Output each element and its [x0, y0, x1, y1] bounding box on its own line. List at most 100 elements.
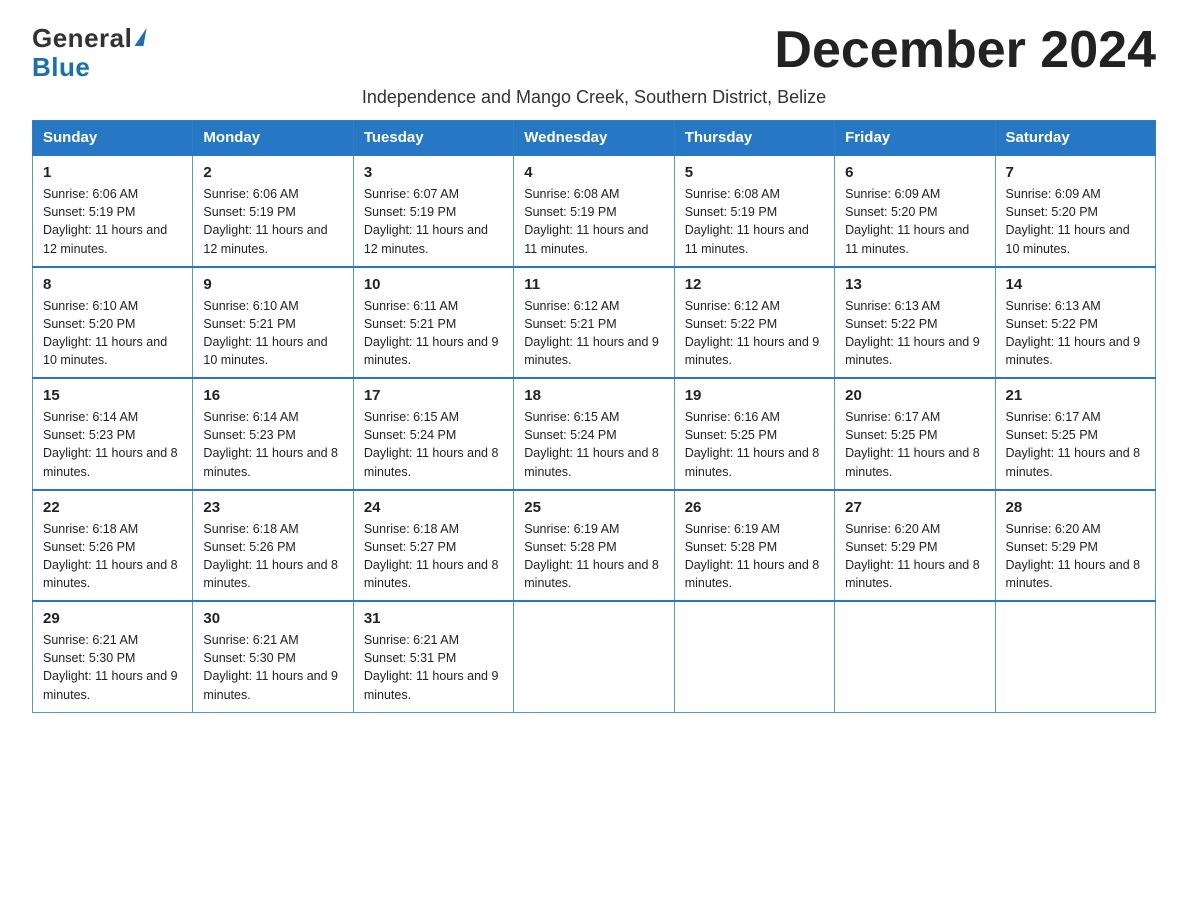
- month-title: December 2024: [774, 24, 1156, 76]
- calendar-cell: 11 Sunrise: 6:12 AMSunset: 5:21 PMDaylig…: [514, 267, 674, 379]
- day-number: 2: [203, 164, 342, 181]
- day-number: 5: [685, 164, 824, 181]
- logo-blue-text: Blue: [32, 53, 90, 82]
- calendar-cell: 7 Sunrise: 6:09 AMSunset: 5:20 PMDayligh…: [995, 155, 1155, 267]
- calendar-cell: 10 Sunrise: 6:11 AMSunset: 5:21 PMDaylig…: [353, 267, 513, 379]
- day-info: Sunrise: 6:06 AMSunset: 5:19 PMDaylight:…: [43, 187, 167, 255]
- day-info: Sunrise: 6:20 AMSunset: 5:29 PMDaylight:…: [845, 522, 980, 590]
- day-number: 22: [43, 499, 182, 516]
- calendar-cell: 8 Sunrise: 6:10 AMSunset: 5:20 PMDayligh…: [33, 267, 193, 379]
- calendar-cell: 5 Sunrise: 6:08 AMSunset: 5:19 PMDayligh…: [674, 155, 834, 267]
- day-info: Sunrise: 6:21 AMSunset: 5:30 PMDaylight:…: [203, 633, 338, 701]
- day-number: 7: [1006, 164, 1145, 181]
- calendar-cell: 28 Sunrise: 6:20 AMSunset: 5:29 PMDaylig…: [995, 490, 1155, 602]
- calendar-cell: 27 Sunrise: 6:20 AMSunset: 5:29 PMDaylig…: [835, 490, 995, 602]
- week-row-3: 15 Sunrise: 6:14 AMSunset: 5:23 PMDaylig…: [33, 378, 1156, 490]
- day-number: 10: [364, 276, 503, 293]
- calendar-cell: 24 Sunrise: 6:18 AMSunset: 5:27 PMDaylig…: [353, 490, 513, 602]
- day-info: Sunrise: 6:16 AMSunset: 5:25 PMDaylight:…: [685, 410, 820, 478]
- day-info: Sunrise: 6:08 AMSunset: 5:19 PMDaylight:…: [524, 187, 648, 255]
- day-number: 11: [524, 276, 663, 293]
- day-number: 13: [845, 276, 984, 293]
- day-number: 27: [845, 499, 984, 516]
- calendar-cell: 15 Sunrise: 6:14 AMSunset: 5:23 PMDaylig…: [33, 378, 193, 490]
- day-number: 23: [203, 499, 342, 516]
- day-info: Sunrise: 6:10 AMSunset: 5:20 PMDaylight:…: [43, 299, 167, 367]
- day-number: 29: [43, 610, 182, 627]
- day-number: 24: [364, 499, 503, 516]
- logo: General Blue: [32, 24, 145, 81]
- day-number: 1: [43, 164, 182, 181]
- day-info: Sunrise: 6:08 AMSunset: 5:19 PMDaylight:…: [685, 187, 809, 255]
- day-info: Sunrise: 6:15 AMSunset: 5:24 PMDaylight:…: [364, 410, 499, 478]
- day-number: 4: [524, 164, 663, 181]
- day-info: Sunrise: 6:11 AMSunset: 5:21 PMDaylight:…: [364, 299, 499, 367]
- calendar-cell: 30 Sunrise: 6:21 AMSunset: 5:30 PMDaylig…: [193, 601, 353, 712]
- day-info: Sunrise: 6:17 AMSunset: 5:25 PMDaylight:…: [1006, 410, 1141, 478]
- day-number: 25: [524, 499, 663, 516]
- calendar-header-sunday: Sunday: [33, 121, 193, 156]
- day-number: 30: [203, 610, 342, 627]
- day-number: 20: [845, 387, 984, 404]
- calendar-cell: [995, 601, 1155, 712]
- calendar-cell: 18 Sunrise: 6:15 AMSunset: 5:24 PMDaylig…: [514, 378, 674, 490]
- day-info: Sunrise: 6:09 AMSunset: 5:20 PMDaylight:…: [845, 187, 969, 255]
- calendar-header-saturday: Saturday: [995, 121, 1155, 156]
- page-subtitle: Independence and Mango Creek, Southern D…: [32, 87, 1156, 108]
- calendar-cell: [674, 601, 834, 712]
- day-number: 8: [43, 276, 182, 293]
- calendar-header-monday: Monday: [193, 121, 353, 156]
- day-number: 14: [1006, 276, 1145, 293]
- calendar-cell: 17 Sunrise: 6:15 AMSunset: 5:24 PMDaylig…: [353, 378, 513, 490]
- day-info: Sunrise: 6:18 AMSunset: 5:26 PMDaylight:…: [43, 522, 178, 590]
- day-info: Sunrise: 6:14 AMSunset: 5:23 PMDaylight:…: [43, 410, 178, 478]
- day-info: Sunrise: 6:21 AMSunset: 5:31 PMDaylight:…: [364, 633, 499, 701]
- day-info: Sunrise: 6:10 AMSunset: 5:21 PMDaylight:…: [203, 299, 327, 367]
- day-number: 12: [685, 276, 824, 293]
- calendar-cell: 4 Sunrise: 6:08 AMSunset: 5:19 PMDayligh…: [514, 155, 674, 267]
- week-row-2: 8 Sunrise: 6:10 AMSunset: 5:20 PMDayligh…: [33, 267, 1156, 379]
- day-info: Sunrise: 6:18 AMSunset: 5:27 PMDaylight:…: [364, 522, 499, 590]
- calendar-cell: 16 Sunrise: 6:14 AMSunset: 5:23 PMDaylig…: [193, 378, 353, 490]
- calendar-cell: 6 Sunrise: 6:09 AMSunset: 5:20 PMDayligh…: [835, 155, 995, 267]
- calendar-cell: 25 Sunrise: 6:19 AMSunset: 5:28 PMDaylig…: [514, 490, 674, 602]
- day-info: Sunrise: 6:14 AMSunset: 5:23 PMDaylight:…: [203, 410, 338, 478]
- day-info: Sunrise: 6:12 AMSunset: 5:22 PMDaylight:…: [685, 299, 820, 367]
- logo-general-text: General: [32, 24, 132, 53]
- calendar-cell: 3 Sunrise: 6:07 AMSunset: 5:19 PMDayligh…: [353, 155, 513, 267]
- day-info: Sunrise: 6:17 AMSunset: 5:25 PMDaylight:…: [845, 410, 980, 478]
- calendar-cell: 13 Sunrise: 6:13 AMSunset: 5:22 PMDaylig…: [835, 267, 995, 379]
- day-number: 9: [203, 276, 342, 293]
- day-number: 28: [1006, 499, 1145, 516]
- day-number: 31: [364, 610, 503, 627]
- calendar-header-thursday: Thursday: [674, 121, 834, 156]
- day-number: 17: [364, 387, 503, 404]
- day-number: 15: [43, 387, 182, 404]
- day-number: 16: [203, 387, 342, 404]
- day-info: Sunrise: 6:20 AMSunset: 5:29 PMDaylight:…: [1006, 522, 1141, 590]
- day-info: Sunrise: 6:07 AMSunset: 5:19 PMDaylight:…: [364, 187, 488, 255]
- calendar-cell: 1 Sunrise: 6:06 AMSunset: 5:19 PMDayligh…: [33, 155, 193, 267]
- calendar-cell: 21 Sunrise: 6:17 AMSunset: 5:25 PMDaylig…: [995, 378, 1155, 490]
- page-header: General Blue December 2024: [32, 24, 1156, 81]
- calendar-cell: 14 Sunrise: 6:13 AMSunset: 5:22 PMDaylig…: [995, 267, 1155, 379]
- calendar-cell: [835, 601, 995, 712]
- calendar-cell: 22 Sunrise: 6:18 AMSunset: 5:26 PMDaylig…: [33, 490, 193, 602]
- calendar-header-wednesday: Wednesday: [514, 121, 674, 156]
- calendar-cell: 26 Sunrise: 6:19 AMSunset: 5:28 PMDaylig…: [674, 490, 834, 602]
- day-number: 6: [845, 164, 984, 181]
- calendar-cell: 23 Sunrise: 6:18 AMSunset: 5:26 PMDaylig…: [193, 490, 353, 602]
- calendar-cell: 20 Sunrise: 6:17 AMSunset: 5:25 PMDaylig…: [835, 378, 995, 490]
- day-info: Sunrise: 6:13 AMSunset: 5:22 PMDaylight:…: [1006, 299, 1141, 367]
- day-info: Sunrise: 6:06 AMSunset: 5:19 PMDaylight:…: [203, 187, 327, 255]
- calendar-header-tuesday: Tuesday: [353, 121, 513, 156]
- week-row-4: 22 Sunrise: 6:18 AMSunset: 5:26 PMDaylig…: [33, 490, 1156, 602]
- day-info: Sunrise: 6:19 AMSunset: 5:28 PMDaylight:…: [524, 522, 659, 590]
- week-row-1: 1 Sunrise: 6:06 AMSunset: 5:19 PMDayligh…: [33, 155, 1156, 267]
- calendar-cell: [514, 601, 674, 712]
- calendar-cell: 31 Sunrise: 6:21 AMSunset: 5:31 PMDaylig…: [353, 601, 513, 712]
- day-info: Sunrise: 6:15 AMSunset: 5:24 PMDaylight:…: [524, 410, 659, 478]
- day-info: Sunrise: 6:21 AMSunset: 5:30 PMDaylight:…: [43, 633, 178, 701]
- calendar-cell: 9 Sunrise: 6:10 AMSunset: 5:21 PMDayligh…: [193, 267, 353, 379]
- day-info: Sunrise: 6:13 AMSunset: 5:22 PMDaylight:…: [845, 299, 980, 367]
